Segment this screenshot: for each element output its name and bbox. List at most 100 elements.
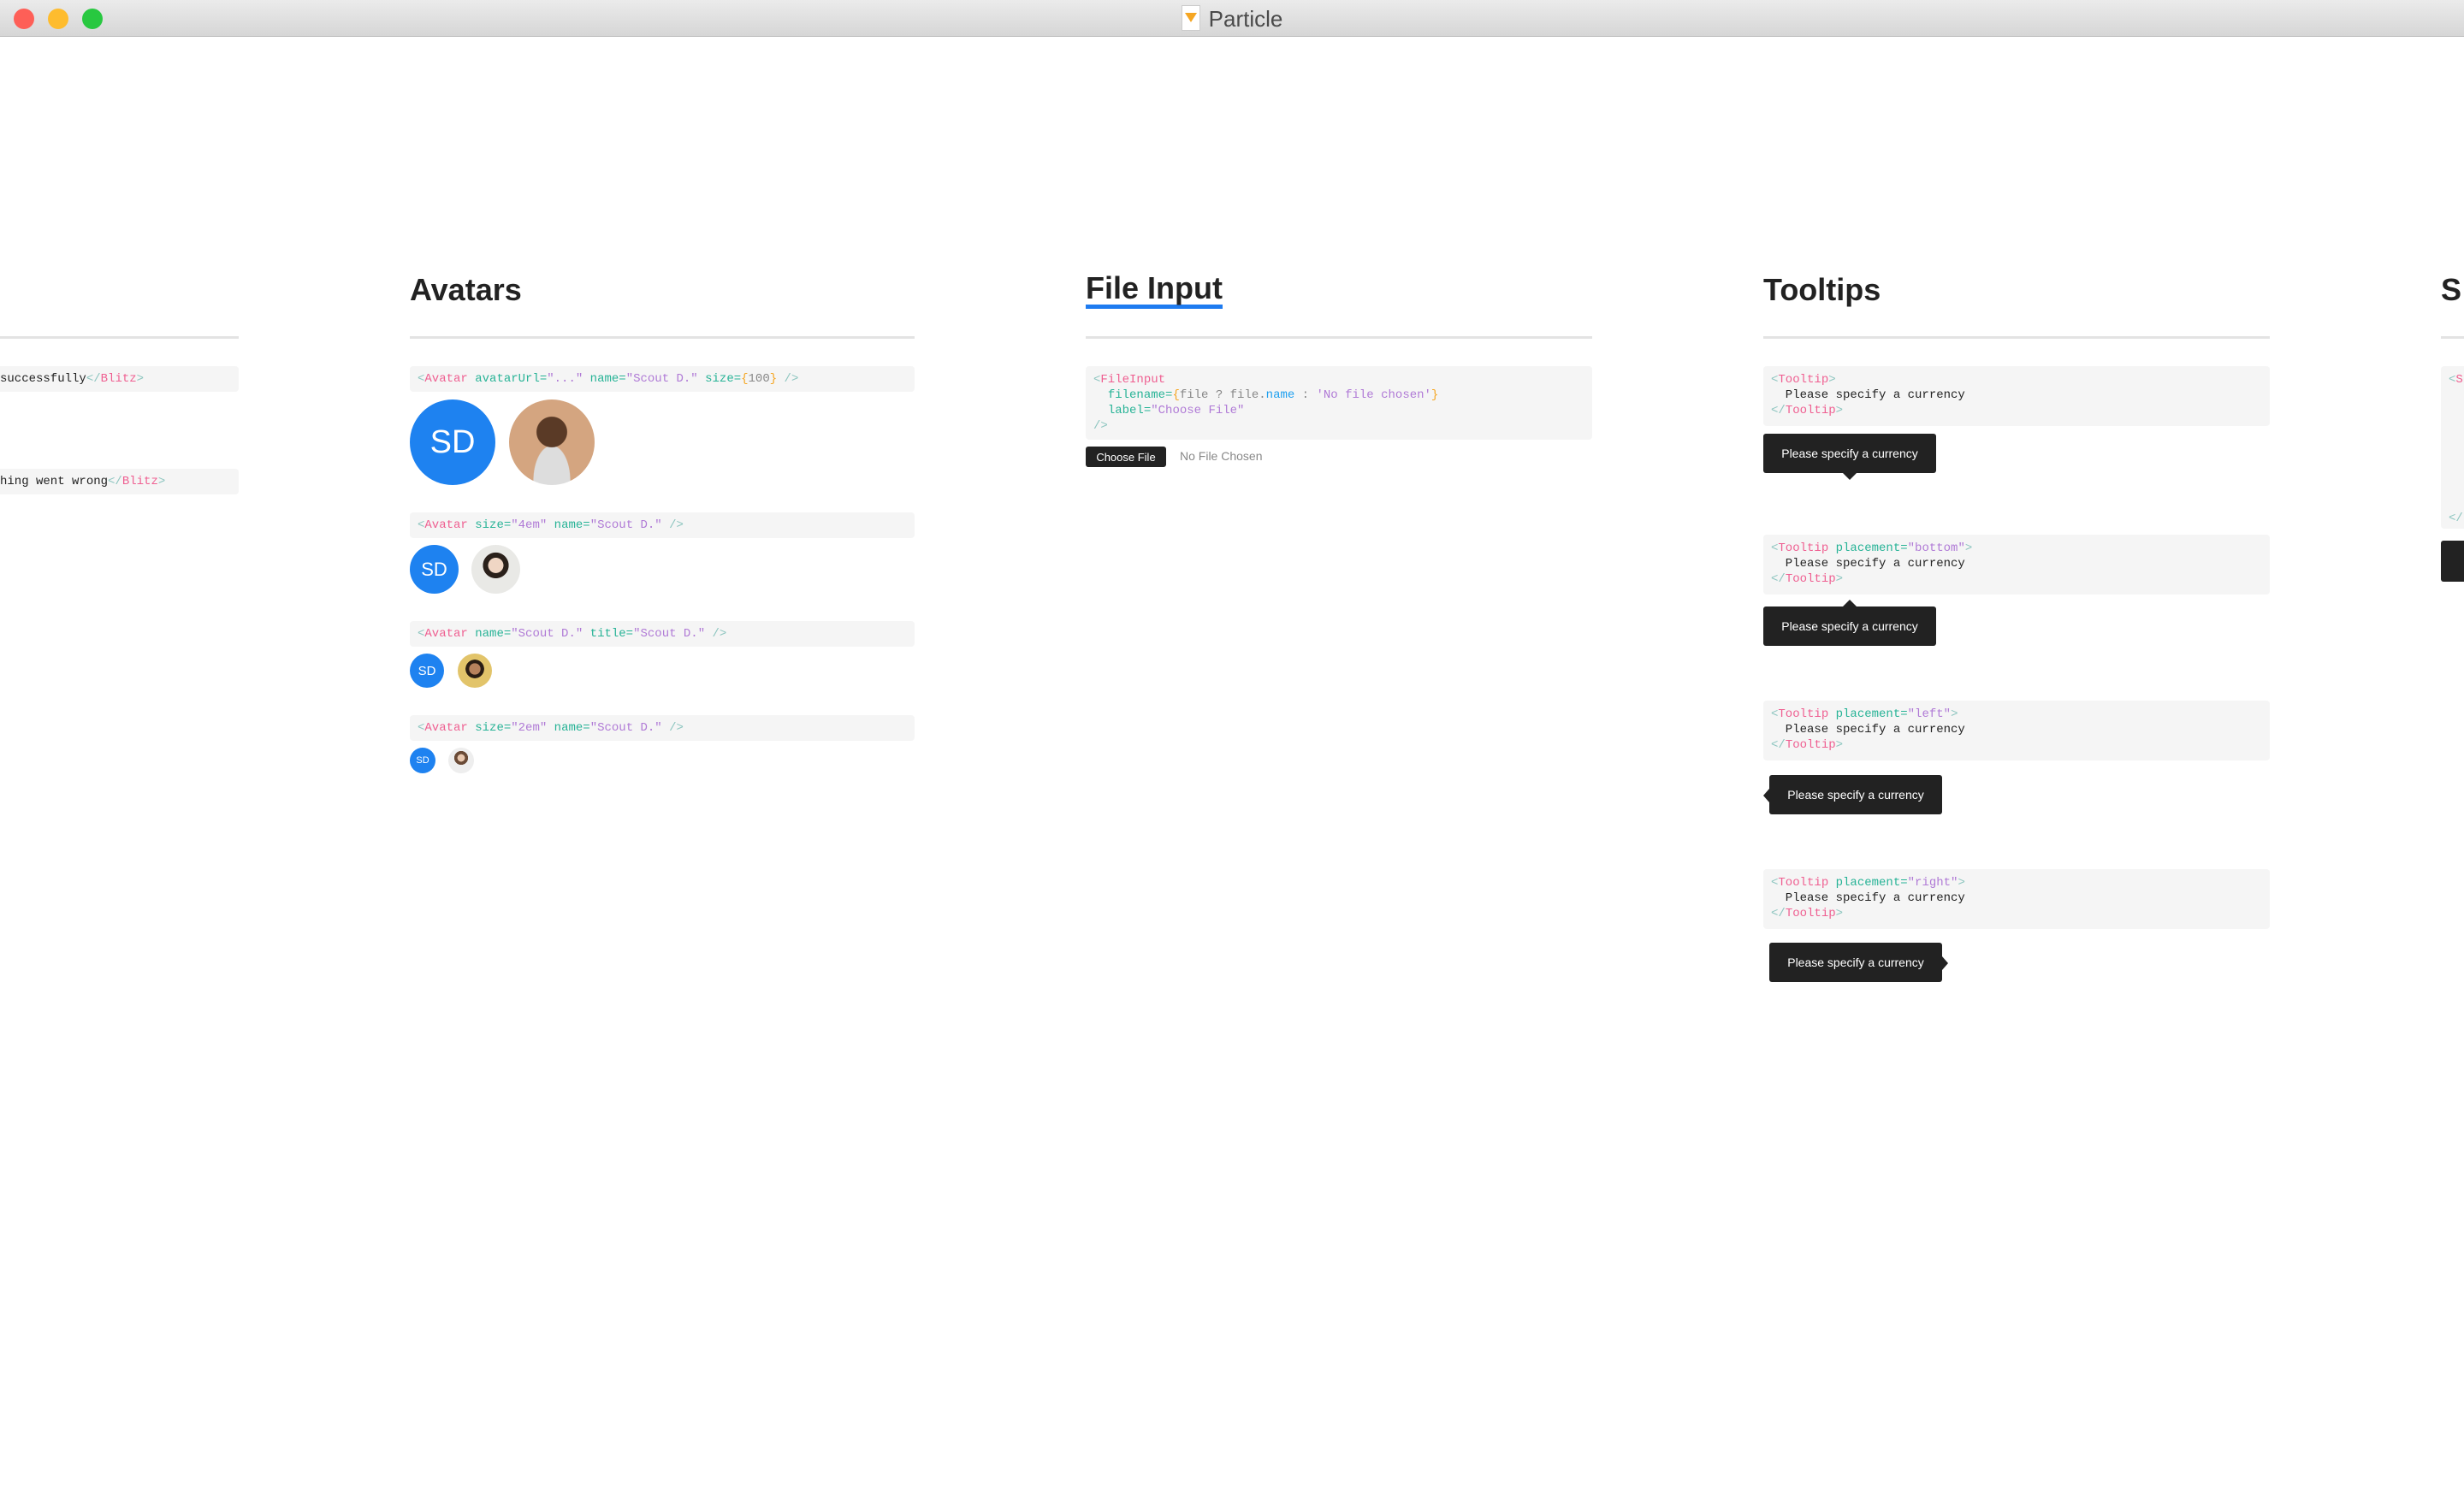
avatar-code-snippet: <Avatar name="Scout D." title="Scout D."…: [410, 621, 915, 647]
example-button[interactable]: [2441, 541, 2464, 582]
code-token-br: </: [1771, 572, 1786, 586]
tooltip-text: Please specify a currency: [1787, 788, 1924, 802]
initials-avatar: SD: [410, 748, 435, 773]
code-token-tag: Avatar: [424, 372, 468, 386]
code-token-tag: Tooltip: [1778, 373, 1829, 387]
code-token-br: >: [157, 475, 166, 488]
code-token-br: </: [1771, 404, 1786, 417]
tooltip-text: Please specify a currency: [1787, 956, 1924, 969]
code-token-str: "Choose File": [1151, 404, 1245, 417]
code-token-plain: 100: [748, 372, 770, 386]
file-status-text: No File Chosen: [1180, 449, 1263, 463]
code-snippet: successfully</Blitz>: [0, 366, 239, 392]
window-titlebar: Particle: [0, 0, 2464, 37]
avatar-code-snippet: <Avatar avatarUrl="..." name="Scout D." …: [410, 366, 915, 392]
code-token-plain: :: [1294, 388, 1317, 402]
choose-file-button[interactable]: Choose File: [1086, 447, 1166, 467]
code-token-brace: {: [741, 372, 749, 386]
code-token-brace: }: [769, 372, 778, 386]
code-token-tag: Avatar: [424, 518, 468, 532]
code-token-br: >: [1835, 404, 1844, 417]
code-token-prop: name: [1265, 388, 1295, 402]
sketch-document-icon: [1181, 5, 1200, 31]
tooltip-arrow: [1763, 789, 1769, 802]
code-token-attr: name=: [554, 518, 590, 532]
code-token-tag: Tooltip: [1778, 876, 1829, 890]
section-divider: [1763, 336, 2270, 339]
code-token-str: "2em": [511, 721, 548, 735]
code-token-attr: title=: [589, 627, 634, 641]
tooltip-top: Please specify a currency: [1763, 434, 1936, 473]
photo-avatar: [509, 399, 595, 485]
code-token-str: "Scout D.": [511, 627, 583, 641]
code-token-br: />: [661, 721, 684, 735]
code-token-str: "Scout D.": [633, 627, 706, 641]
code-token-brace: {: [1172, 388, 1180, 402]
initials-avatar: SD: [410, 654, 444, 688]
code-token-br: </: [2449, 512, 2463, 525]
code-token-br: >: [1835, 572, 1844, 586]
tooltips-heading: Tooltips: [1763, 272, 1881, 307]
code-token-br: />: [777, 372, 799, 386]
code-token-br: >: [1835, 738, 1844, 752]
tooltip-code-snippet: <Tooltip> Please specify a currency </To…: [1763, 366, 2270, 426]
code-token-str: "bottom": [1907, 541, 1965, 555]
code-token-str: "left": [1907, 707, 1952, 721]
next-section-heading: S: [2441, 272, 2462, 307]
code-token-brace: }: [1430, 388, 1439, 402]
code-token-br: >: [1951, 707, 1958, 721]
code-token-tag: S: [2455, 373, 2463, 387]
section-divider: [1086, 336, 1592, 339]
window-title: Particle: [0, 5, 2464, 33]
code-token-attr: size=: [705, 372, 742, 386]
section-divider: [410, 336, 915, 339]
tooltip-code-snippet: <Tooltip placement="right"> Please speci…: [1763, 869, 2270, 929]
code-token-text: Please specify a currency: [1771, 891, 1965, 905]
code-token-str: 'No file chosen': [1316, 388, 1431, 402]
section-divider: [2441, 336, 2464, 339]
code-token-plain: file ? file.: [1179, 388, 1266, 402]
code-token-tag: Tooltip: [1785, 738, 1836, 752]
code-token-attr: avatarUrl=: [475, 372, 548, 386]
code-token-br: </: [1771, 738, 1786, 752]
code-token-str: "...": [547, 372, 583, 386]
tooltip-text: Please specify a currency: [1781, 619, 1918, 633]
code-token-tag: Blitz: [100, 372, 137, 386]
code-token-tag: Blitz: [121, 475, 158, 488]
tooltip-bottom: Please specify a currency: [1763, 606, 1936, 646]
initials-avatar: SD: [410, 399, 495, 485]
tooltip-arrow: [1942, 956, 1948, 970]
tooltip-text: Please specify a currency: [1781, 447, 1918, 460]
code-token-br: />: [1093, 419, 1108, 433]
file-input-heading[interactable]: File Input: [1086, 272, 1223, 309]
tooltip-arrow: [1843, 600, 1857, 606]
code-snippet: hing went wrong</Blitz>: [0, 469, 239, 494]
code-token-text: Please specify a currency: [1771, 388, 1965, 402]
avatar-code-snippet: <Avatar size="4em" name="Scout D." />: [410, 512, 915, 538]
tooltip-left: Please specify a currency: [1769, 775, 1942, 814]
code-token-br: >: [1958, 876, 1965, 890]
code-token-str: "right": [1907, 876, 1958, 890]
code-token-br: </: [1771, 907, 1786, 920]
code-token-br: >: [1964, 541, 1973, 555]
tooltip-arrow: [1843, 473, 1857, 480]
code-token-tag: Tooltip: [1778, 541, 1829, 555]
code-token-br: />: [661, 518, 684, 532]
code-token-str: "Scout D.": [589, 721, 662, 735]
code-token-tag: Tooltip: [1785, 907, 1836, 920]
code-token-attr: size=: [475, 518, 512, 532]
code-token-br: </: [108, 475, 122, 488]
code-token-tag: FileInput: [1100, 373, 1166, 387]
